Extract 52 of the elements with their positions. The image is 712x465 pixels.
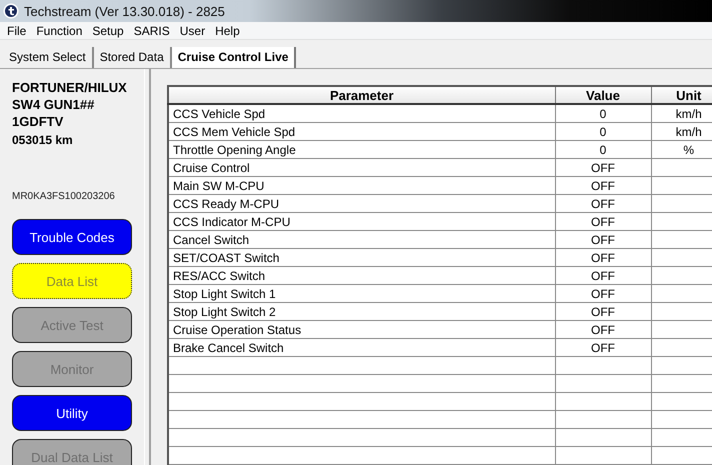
- menu-item[interactable]: Setup: [87, 24, 129, 38]
- table-cell: Cruise Operation Status: [173, 322, 302, 336]
- table-cell: OFF: [591, 304, 615, 318]
- menu-item[interactable]: SARIS: [128, 24, 175, 38]
- table-cell: SET/COAST Switch: [173, 250, 280, 264]
- table-cell: Cruise Control: [173, 160, 250, 174]
- function-button[interactable]: Utility: [12, 395, 132, 431]
- table-cell: CCS Ready M-CPU: [173, 196, 280, 210]
- table-cell: CCS Vehicle Spd: [173, 106, 266, 120]
- table-cell: km/h: [676, 106, 702, 120]
- table-cell: %: [683, 142, 694, 156]
- table-cell: OFF: [591, 232, 615, 246]
- table-cell: 0: [600, 106, 606, 120]
- table-cell: CCS Indicator M-CPU: [173, 214, 290, 228]
- table-cell: OFF: [591, 322, 615, 336]
- table-cell: CCS Mem Vehicle Spd: [173, 124, 296, 138]
- table-cell: km/h: [676, 124, 702, 138]
- table-cell: Brake Cancel Switch: [173, 340, 284, 354]
- vehicle-model: FORTUNER/HILUX: [12, 79, 128, 96]
- vin-number: MR0KA3FS100203206: [12, 191, 116, 202]
- menu-item[interactable]: File: [2, 24, 32, 38]
- table-cell: OFF: [591, 268, 615, 282]
- odometer: 053015 km: [12, 132, 74, 149]
- table-cell: Throttle Opening Angle: [173, 142, 296, 156]
- table-cell: Main SW M-CPU: [173, 178, 264, 192]
- column-header[interactable]: Value: [555, 86, 651, 104]
- menu-item[interactable]: User: [174, 24, 210, 38]
- window-title: Techstream (Ver 13.30.018) - 2825: [24, 4, 225, 18]
- table-cell: 0: [600, 142, 606, 156]
- function-button[interactable]: Trouble Codes: [12, 219, 132, 255]
- table-cell: OFF: [591, 340, 615, 354]
- table-cell: Cancel Switch: [173, 232, 250, 246]
- table-cell: Stop Light Switch 1: [173, 286, 276, 300]
- table-cell: 0: [600, 124, 606, 138]
- table-cell: OFF: [591, 196, 615, 210]
- tab[interactable]: Cruise Control Live: [172, 47, 296, 68]
- vehicle-variant: SW4 GUN1##: [12, 96, 96, 113]
- panel-splitter[interactable]: [144, 69, 151, 465]
- table-cell: Stop Light Switch 2: [173, 304, 276, 318]
- table-cell: RES/ACC Switch: [173, 268, 266, 282]
- column-header[interactable]: Unit: [651, 86, 712, 104]
- table-cell: OFF: [591, 214, 615, 228]
- table-cell: OFF: [591, 286, 615, 300]
- menu-item[interactable]: Function: [31, 24, 88, 38]
- table-cell: OFF: [591, 160, 615, 174]
- table-cell: OFF: [591, 250, 615, 264]
- tab[interactable]: Stored Data: [94, 47, 172, 68]
- engine-code: 1GDFTV: [12, 113, 64, 130]
- app-icon: [3, 3, 19, 19]
- column-header[interactable]: Parameter: [168, 86, 555, 104]
- menu-item[interactable]: Help: [210, 24, 245, 38]
- table-cell: OFF: [591, 178, 615, 192]
